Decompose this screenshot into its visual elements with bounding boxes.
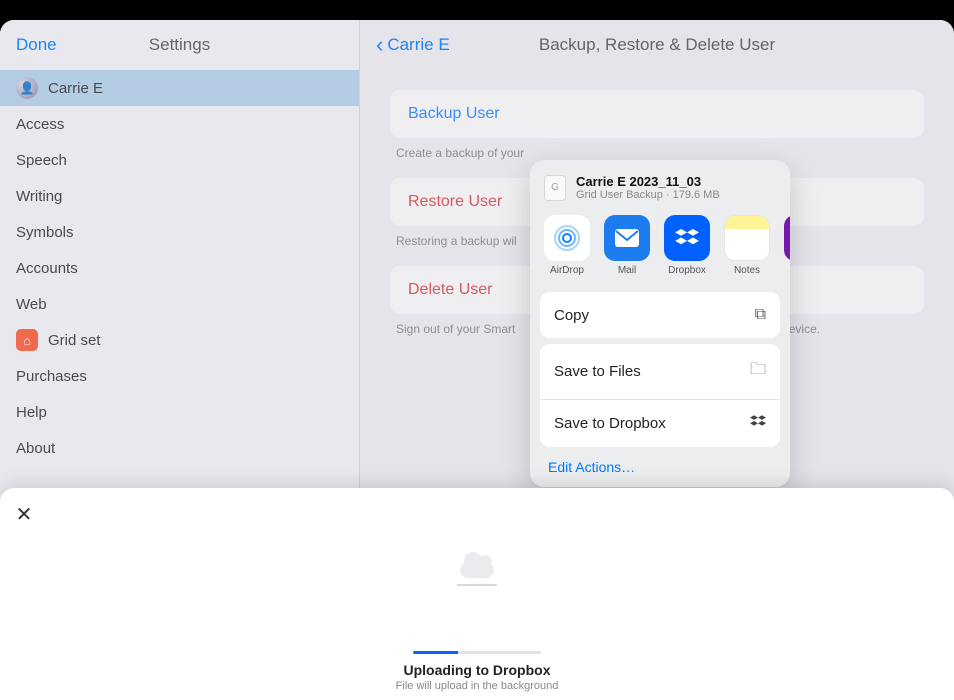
sidebar-item-web[interactable]: Web [0,286,359,322]
close-icon: ✕ [16,502,33,527]
share-apps-row: AirDrop Mail Dropbox Notes N O [530,211,790,286]
delete-hint-before: Sign out of your Smart [396,322,515,336]
share-sheet-popover: G Carrie E 2023_11_03 Grid User Backup ·… [530,160,790,487]
backup-user-row[interactable]: Backup User [390,90,924,138]
mail-icon [604,215,650,261]
app-label: AirDrop [550,265,584,276]
sidebar-item-label: Purchases [16,368,87,385]
sidebar-item-accounts[interactable]: Accounts [0,250,359,286]
sidebar-item-about[interactable]: About [0,430,359,466]
dropbox-icon [664,215,710,261]
chevron-left-icon: ‹ [376,34,383,56]
sidebar-item-gridset[interactable]: ⌂ Grid set [0,322,359,358]
action-label: Save to Files [554,363,641,380]
main-header: ‹ Carrie E Backup, Restore & Delete User [360,20,954,70]
dropbox-small-icon [750,414,766,433]
upload-subtitle: File will upload in the background [0,680,954,692]
upload-icon-underline [457,584,497,586]
airdrop-icon [544,215,590,261]
share-file-name: Carrie E 2023_11_03 [576,174,720,189]
onenote-icon: N [784,215,790,261]
action-label: Save to Dropbox [554,415,666,432]
upload-title: Uploading to Dropbox [0,662,954,678]
backup-user-label: Backup User [408,105,500,122]
upload-progress-sheet: ✕ Uploading to Dropbox File will upload … [0,488,954,700]
share-file-meta: Grid User Backup · 179.6 MB [576,189,720,201]
edit-actions-link[interactable]: Edit Actions… [530,447,790,475]
app-label: Mail [618,265,636,276]
sidebar-item-label: Symbols [16,224,74,241]
sidebar-item-label: Grid set [48,332,101,349]
sidebar-item-label: Carrie E [48,80,103,97]
sidebar-item-symbols[interactable]: Symbols [0,214,359,250]
sidebar-item-help[interactable]: Help [0,394,359,430]
copy-icon: ⧉ [755,306,766,324]
airdrop-app[interactable]: AirDrop [544,215,590,276]
onenote-app[interactable]: N O [784,215,790,276]
avatar-icon: 👤 [16,77,38,99]
sidebar-item-label: Writing [16,188,62,205]
sidebar-item-label: Accounts [16,260,78,277]
sidebar-item-label: Web [16,296,47,313]
app-label: Dropbox [668,265,706,276]
sidebar-item-purchases[interactable]: Purchases [0,358,359,394]
back-button[interactable]: ‹ Carrie E [376,34,450,56]
sidebar-item-label: Speech [16,152,67,169]
sidebar-item-user[interactable]: 👤 Carrie E [0,70,359,106]
app-label: Notes [734,265,760,276]
save-to-files-action[interactable]: Save to Files 🗀 [540,344,780,399]
share-action-block-save: Save to Files 🗀 Save to Dropbox [540,344,780,447]
save-to-dropbox-action[interactable]: Save to Dropbox [540,399,780,447]
done-button[interactable]: Done [16,35,57,55]
upload-icon-wrap [0,546,954,586]
sidebar-item-label: Access [16,116,64,133]
share-action-block-copy: Copy ⧉ [540,292,780,338]
sidebar-item-label: Help [16,404,47,421]
copy-action[interactable]: Copy ⧉ [540,292,780,338]
close-button[interactable]: ✕ [10,500,38,528]
restore-user-label: Restore User [408,193,502,210]
share-file-size: 179.6 MB [673,189,720,201]
sidebar-item-speech[interactable]: Speech [0,142,359,178]
sidebar-header: Done Settings [0,20,359,70]
mail-app[interactable]: Mail [604,215,650,276]
backup-hint: Create a backup of your [396,146,918,160]
gridset-icon: ⌂ [16,329,38,351]
folder-icon: 🗀 [750,358,766,385]
notes-app[interactable]: Notes [724,215,770,276]
cloud-upload-icon [456,546,498,578]
delete-user-label: Delete User [408,281,492,298]
share-file-type: Grid User Backup [576,189,663,201]
action-label: Copy [554,307,589,324]
sidebar-item-writing[interactable]: Writing [0,178,359,214]
upload-progress-fill [413,651,458,654]
sidebar-item-label: About [16,440,55,457]
back-label: Carrie E [387,35,449,55]
sidebar-item-access[interactable]: Access [0,106,359,142]
file-thumbnail-icon: G [544,175,566,201]
dropbox-app[interactable]: Dropbox [664,215,710,276]
upload-progress-bar [413,651,541,654]
share-file-row: G Carrie E 2023_11_03 Grid User Backup ·… [530,170,790,211]
notes-icon [724,215,770,261]
